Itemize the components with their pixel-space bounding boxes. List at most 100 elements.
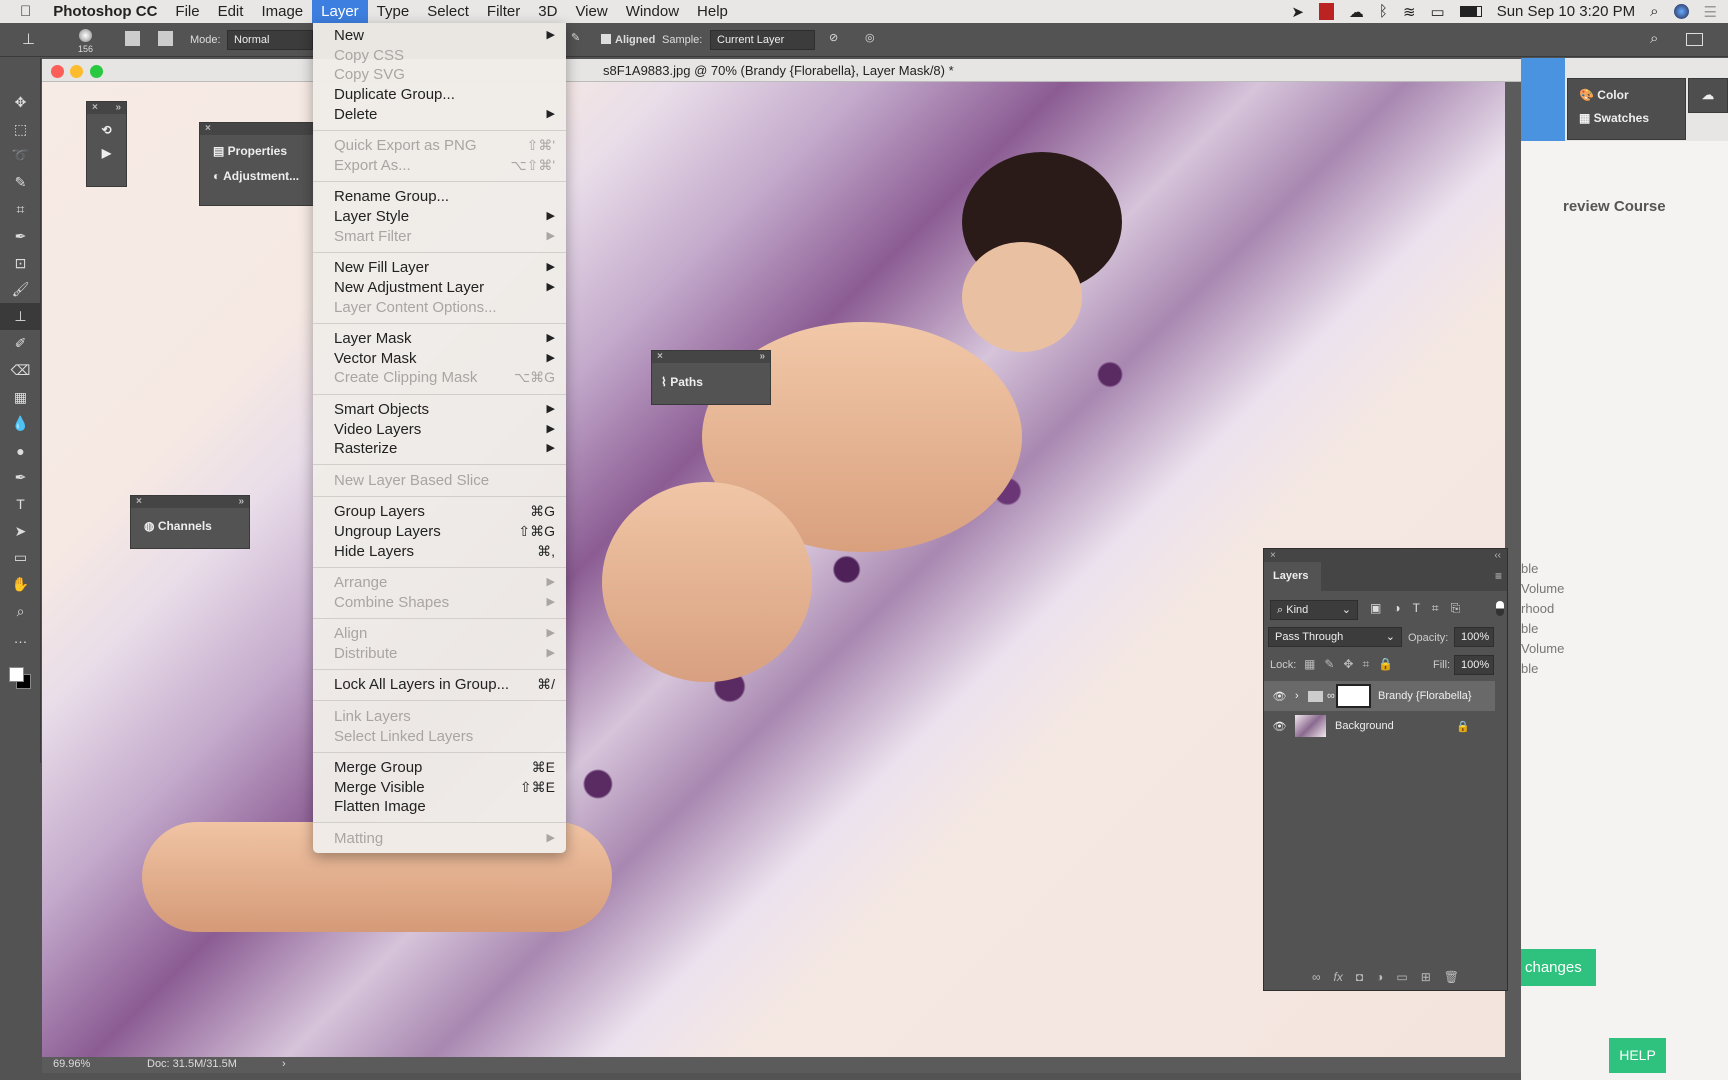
more-tool-icon[interactable]: … bbox=[0, 625, 41, 652]
visibility-eye-icon[interactable]: 👁 bbox=[1264, 690, 1295, 703]
shape-tool-icon[interactable]: ▭ bbox=[0, 545, 41, 572]
zoom-button[interactable] bbox=[90, 65, 103, 78]
clone-source-icon[interactable] bbox=[125, 31, 140, 46]
adjustment-layer-icon[interactable]: ◑ bbox=[1376, 970, 1383, 984]
mode-select[interactable]: Normal bbox=[227, 30, 313, 50]
marquee-tool-icon[interactable]: ⬚ bbox=[0, 116, 41, 143]
creative-cloud-libraries-icon[interactable]: ☁ bbox=[1689, 79, 1727, 102]
properties-tab[interactable]: ▤ Properties bbox=[200, 135, 313, 158]
minimize-button[interactable] bbox=[70, 65, 83, 78]
airplay-icon[interactable]: ▭ bbox=[1431, 3, 1445, 21]
close-icon[interactable]: × bbox=[205, 123, 211, 135]
lasso-tool-icon[interactable]: ➰ bbox=[0, 143, 41, 170]
layer-row-background[interactable]: 👁 Background 🔒 bbox=[1264, 711, 1495, 741]
menu-item-delete[interactable]: Delete ▶ bbox=[313, 105, 566, 125]
menu-3d[interactable]: 3D bbox=[529, 0, 566, 23]
menu-filter[interactable]: Filter bbox=[478, 0, 529, 23]
menu-window[interactable]: Window bbox=[617, 0, 688, 23]
quick-select-tool-icon[interactable]: ✎ bbox=[0, 169, 41, 196]
fill-field[interactable]: 100% bbox=[1454, 655, 1494, 675]
pen-tool-icon[interactable]: ✒ bbox=[0, 464, 41, 491]
airbrush-icon[interactable]: ✎ bbox=[571, 31, 580, 44]
close-icon[interactable]: × bbox=[92, 102, 98, 114]
battery-icon[interactable] bbox=[1459, 6, 1482, 17]
layer-mask-thumbnail[interactable] bbox=[1336, 684, 1371, 708]
clock[interactable]: Sun Sep 10 3:20 PM bbox=[1497, 3, 1635, 20]
bluetooth-icon[interactable]: ᛒ bbox=[1379, 3, 1388, 20]
link-layers-icon[interactable]: ∞ bbox=[1312, 970, 1321, 984]
menu-item-new-adjustment-layer[interactable]: New Adjustment Layer ▶ bbox=[313, 278, 566, 298]
status-menu-arrow[interactable]: › bbox=[282, 1058, 286, 1070]
menu-item-rename-group[interactable]: Rename Group... bbox=[313, 187, 566, 207]
blur-tool-icon[interactable]: 💧 bbox=[0, 411, 41, 438]
menu-view[interactable]: View bbox=[566, 0, 616, 23]
menu-help[interactable]: Help bbox=[688, 0, 737, 23]
menu-item-merge-visible[interactable]: Merge Visible ⇧⌘E bbox=[313, 778, 566, 798]
adjustments-tab[interactable]: ◐ Adjustment... bbox=[200, 158, 313, 183]
siri-icon[interactable] bbox=[1673, 4, 1689, 19]
layer-name[interactable]: Background bbox=[1335, 720, 1456, 732]
sample-select[interactable]: Current Layer bbox=[710, 30, 815, 50]
history-brush-tool-icon[interactable]: ✐ bbox=[0, 330, 41, 357]
menu-item-smart-objects[interactable]: Smart Objects ▶ bbox=[313, 400, 566, 420]
menu-item-flatten-image[interactable]: Flatten Image bbox=[313, 797, 566, 817]
location-icon[interactable]: ➤ bbox=[1291, 3, 1304, 21]
aligned-checkbox[interactable] bbox=[601, 34, 611, 44]
preview-course-button[interactable]: review Course bbox=[1563, 198, 1666, 215]
ignore-adjustment-icon[interactable]: ⊘ bbox=[829, 31, 838, 44]
brush-preview[interactable] bbox=[79, 29, 92, 42]
close-icon[interactable]: × bbox=[1270, 549, 1276, 562]
swatches-tab[interactable]: ▦ Swatches bbox=[1568, 102, 1685, 125]
expand-chevron-icon[interactable]: › bbox=[1295, 690, 1304, 702]
spotlight-icon[interactable]: ⌕ bbox=[1650, 3, 1658, 20]
mask-link-icon[interactable]: ∞ bbox=[1327, 690, 1336, 702]
notification-icon[interactable]: ☰ bbox=[1704, 3, 1717, 21]
apple-icon[interactable]:  bbox=[0, 0, 44, 23]
menu-item-vector-mask[interactable]: Vector Mask ▶ bbox=[313, 349, 566, 369]
menu-item-layer-style[interactable]: Layer Style ▶ bbox=[313, 207, 566, 227]
menu-layer[interactable]: Layer bbox=[312, 0, 368, 23]
move-tool-icon[interactable]: ✥ bbox=[0, 89, 41, 116]
lock-icons[interactable]: ▦✎✥⌗🔒 bbox=[1304, 657, 1402, 672]
menu-edit[interactable]: Edit bbox=[209, 0, 253, 23]
paths-tab[interactable]: ⌇ Paths bbox=[652, 363, 770, 401]
close-button[interactable] bbox=[51, 65, 64, 78]
menu-item-hide-layers[interactable]: Hide Layers ⌘, bbox=[313, 542, 566, 562]
workspace-icon[interactable] bbox=[1686, 33, 1703, 46]
frame-tool-icon[interactable]: ⊡ bbox=[0, 250, 41, 277]
type-tool-icon[interactable]: T bbox=[0, 491, 41, 518]
pressure-icon[interactable]: ◎ bbox=[865, 31, 875, 44]
history-icon[interactable]: ⟲ bbox=[87, 123, 126, 137]
blend-mode-select[interactable]: Pass Through ⌄ bbox=[1268, 627, 1402, 647]
clone-stamp-tool-icon[interactable]: ⊥ bbox=[0, 303, 41, 331]
filter-kind-select[interactable]: ⌕ Kind ⌄ bbox=[1270, 600, 1358, 620]
menu-item-new[interactable]: New ▶ bbox=[313, 26, 566, 46]
menu-item-video-layers[interactable]: Video Layers ▶ bbox=[313, 420, 566, 440]
fx-icon[interactable]: fx bbox=[1334, 970, 1343, 984]
visibility-eye-icon[interactable]: 👁 bbox=[1264, 720, 1295, 733]
menu-item-group-layers[interactable]: Group Layers ⌘G bbox=[313, 502, 566, 522]
menu-item-new-fill-layer[interactable]: New Fill Layer ▶ bbox=[313, 258, 566, 278]
search-icon[interactable]: ⌕ bbox=[1650, 30, 1658, 47]
save-changes-button[interactable]: changes bbox=[1521, 949, 1596, 986]
toggle-panel-icon[interactable] bbox=[158, 31, 173, 46]
film-icon[interactable] bbox=[1318, 3, 1334, 20]
menu-item-merge-group[interactable]: Merge Group ⌘E bbox=[313, 758, 566, 778]
brush-tool-icon[interactable]: 🖌 bbox=[0, 277, 41, 304]
close-icon[interactable]: × bbox=[136, 496, 142, 508]
clone-stamp-icon[interactable]: ⊥ bbox=[22, 30, 35, 48]
zoom-tool-icon[interactable]: ⌕ bbox=[0, 598, 41, 625]
layers-tab[interactable]: Layers bbox=[1264, 562, 1321, 591]
color-tab[interactable]: 🎨 Color bbox=[1568, 79, 1685, 102]
menu-item-duplicate-group[interactable]: Duplicate Group... bbox=[313, 85, 566, 105]
menu-image[interactable]: Image bbox=[252, 0, 312, 23]
trash-icon[interactable]: 🗑 bbox=[1444, 970, 1459, 984]
menu-item-rasterize[interactable]: Rasterize ▶ bbox=[313, 439, 566, 459]
color-swatches-fg-bg[interactable] bbox=[9, 666, 31, 689]
menu-select[interactable]: Select bbox=[418, 0, 478, 23]
help-button[interactable]: HELP bbox=[1609, 1038, 1666, 1073]
foreground-color[interactable] bbox=[9, 666, 24, 682]
layer-name[interactable]: Brandy {Florabella} bbox=[1378, 690, 1472, 702]
path-select-tool-icon[interactable]: ➤ bbox=[0, 518, 41, 545]
collapse-icon[interactable]: » bbox=[115, 102, 121, 114]
